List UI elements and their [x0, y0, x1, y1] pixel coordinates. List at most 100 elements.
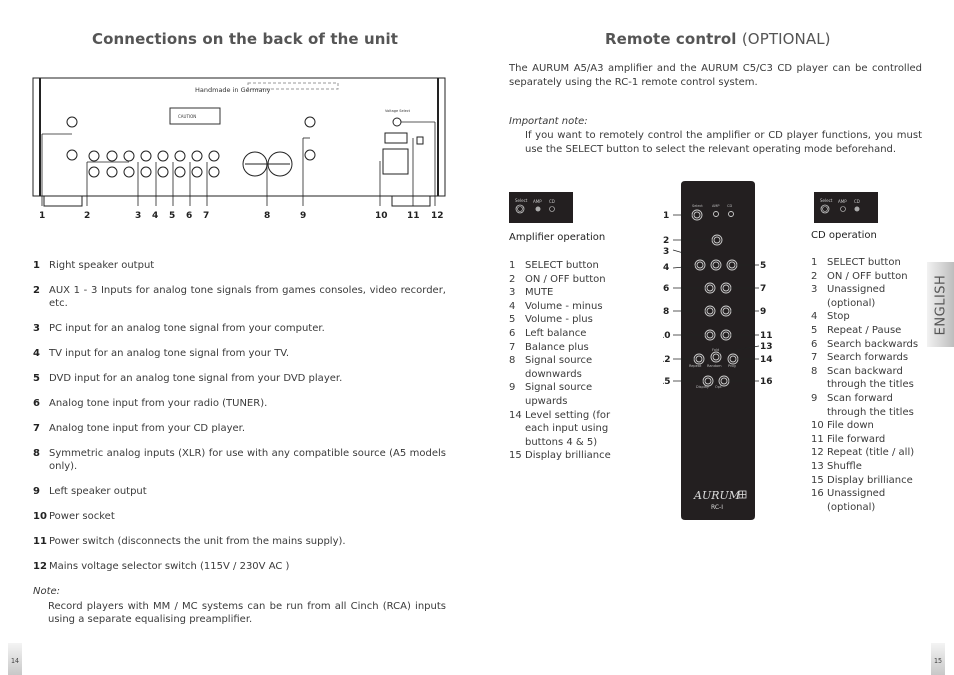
- list-item: 14 Level setting (for each input using bu…: [509, 409, 611, 448]
- right-speaker-plus-terminal: [66, 116, 78, 128]
- left-foot: [43, 195, 83, 207]
- svg-text:8: 8: [663, 307, 669, 317]
- page-number: 15: [931, 643, 945, 675]
- svg-text:Select: Select: [692, 204, 703, 208]
- svg-text:12: 12: [663, 355, 671, 365]
- svg-text:Voltage Select: Voltage Select: [385, 109, 411, 113]
- list-item: 8 Signal source downwards: [509, 355, 593, 380]
- important-note-label: Important note:: [509, 116, 588, 127]
- svg-text:5: 5: [760, 261, 766, 271]
- svg-text:Repeat: Repeat: [689, 364, 702, 368]
- list-item: 4 Volume - minus: [509, 300, 603, 312]
- svg-text:Prog: Prog: [728, 364, 736, 368]
- svg-text:6: 6: [186, 211, 192, 221]
- svg-text:16: 16: [760, 377, 773, 387]
- list-item: 3 Unassigned (optional): [811, 284, 886, 309]
- voltage-selector: [392, 117, 402, 127]
- mini-remote-amp-mode: Select AMP CD: [509, 192, 573, 223]
- legend-item: 12 Mains voltage selector switch (115V / …: [33, 561, 290, 572]
- legend-item: 2 AUX 1 - 3 Inputs for analog tone signal…: [33, 285, 446, 309]
- right-page: Remote control (OPTIONAL) The AURUM A5/A…: [477, 0, 954, 675]
- legend-item: 7 Analog tone input from your CD player.: [33, 423, 246, 434]
- power-socket: [382, 148, 409, 175]
- list-item: 5 Volume - plus: [509, 314, 593, 326]
- list-item: 2 ON / OFF button: [811, 270, 908, 282]
- list-item: 11 File forward: [811, 433, 886, 445]
- aurum-logo: AURUM: [693, 489, 741, 502]
- svg-text:3: 3: [135, 211, 141, 221]
- list-item: 5 Repeat / Pause: [811, 324, 902, 336]
- svg-text:5: 5: [169, 211, 175, 221]
- rca-inputs: [88, 150, 220, 178]
- amp-operation-title: Amplifier operation: [509, 232, 606, 243]
- list-item: 3 MUTE: [509, 287, 554, 299]
- amp-led-lit-icon: [535, 206, 541, 212]
- language-tab: ENGLISH: [927, 262, 954, 347]
- list-item: 16 Unassigned (optional): [811, 488, 886, 513]
- list-item: 4 Stop: [811, 311, 850, 323]
- left-speaker-minus-terminal: [304, 149, 316, 161]
- svg-text:CD: CD: [854, 199, 860, 204]
- svg-text:12: 12: [431, 211, 444, 221]
- cd-operation-list: 1 SELECT button 2 ON / OFF button 3 Unassig…: [811, 256, 931, 514]
- list-item: 12 Repeat (title / all): [811, 447, 915, 459]
- svg-text:Select: Select: [820, 198, 833, 203]
- svg-text:CD: CD: [727, 204, 732, 208]
- legend-item: 8 Symmetric analog inputs (XLR) for use w…: [33, 448, 446, 472]
- legend-item: 3 PC input for an analog tone signal from…: [33, 323, 325, 334]
- intro-text: The AURUM A5/A3 amplifier and the AURUM …: [509, 63, 922, 88]
- right-foot: [391, 195, 431, 207]
- page-number: 14: [8, 643, 22, 675]
- svg-text:2: 2: [663, 236, 669, 246]
- svg-text:AMP: AMP: [712, 204, 720, 208]
- svg-text:2: 2: [84, 211, 90, 221]
- cd-operation-title: CD operation: [811, 230, 877, 241]
- svg-text:CAUTION: CAUTION: [178, 114, 196, 119]
- svg-text:10: 10: [663, 331, 671, 341]
- svg-text:4: 4: [663, 263, 669, 273]
- list-item: 15 Display brilliance: [811, 474, 913, 486]
- svg-text:6: 6: [663, 284, 669, 294]
- callout-numbers: 1 2 3 4 5 6 7 8 9 10 11 12: [39, 211, 444, 221]
- brand-text: Handmade in Germany: [195, 86, 271, 94]
- page-title: Connections on the back of the unit: [92, 30, 399, 48]
- legend-item: 1 Right speaker output: [33, 260, 155, 271]
- svg-text:9: 9: [300, 211, 306, 221]
- list-item: 9 Signal source upwards: [509, 382, 593, 407]
- svg-text:3: 3: [663, 247, 669, 257]
- svg-text:7: 7: [203, 211, 209, 221]
- remote-model: RC-I: [711, 504, 723, 511]
- svg-text:13: 13: [760, 342, 773, 352]
- list-item: 6 Left balance: [509, 327, 587, 339]
- svg-text:11: 11: [760, 331, 773, 341]
- list-item: 9 Scan forward through the titles: [811, 392, 914, 418]
- svg-text:AMP: AMP: [838, 199, 847, 204]
- power-switch: [384, 132, 408, 144]
- svg-text:10: 10: [375, 211, 388, 221]
- list-item: 1 SELECT button: [509, 260, 599, 271]
- rc1-remote-diagram: Select AMP CD Fold Repeat Random Prog Di…: [663, 181, 773, 520]
- legend-item: 4 TV input for an analog tone signal from…: [33, 348, 290, 359]
- left-page: Connections on the back of the unit Hand…: [0, 0, 477, 675]
- svg-text:4: 4: [152, 211, 158, 221]
- svg-text:15: 15: [663, 377, 671, 387]
- svg-text:11: 11: [407, 211, 420, 221]
- svg-text:14: 14: [760, 355, 773, 365]
- list-item: 7 Search forwards: [811, 352, 909, 364]
- cd-led-lit-icon: [854, 206, 860, 212]
- legend-item: 9 Left speaker output: [33, 486, 147, 497]
- list-item: 1 SELECT button: [811, 257, 901, 268]
- svg-text:1: 1: [663, 211, 669, 221]
- svg-text:7: 7: [760, 284, 766, 294]
- back-panel-diagram: Handmade in Germany CAUTION Voltage Sele…: [32, 77, 446, 221]
- legend-item: 5 DVD input for an analog tone signal fro…: [33, 373, 343, 384]
- mini-remote-cd-mode: Select AMP CD: [814, 192, 878, 223]
- list-item: 6 Search backwards: [811, 338, 919, 350]
- list-item: 15 Display brilliance: [509, 450, 611, 462]
- list-item: 10 File down: [811, 420, 874, 432]
- important-note-text: If you want to remotely control the ampl…: [525, 130, 922, 155]
- svg-text:Fold: Fold: [712, 348, 719, 352]
- svg-text:1: 1: [39, 211, 45, 221]
- left-speaker-plus-terminal: [304, 116, 316, 128]
- svg-text:Select: Select: [515, 198, 528, 203]
